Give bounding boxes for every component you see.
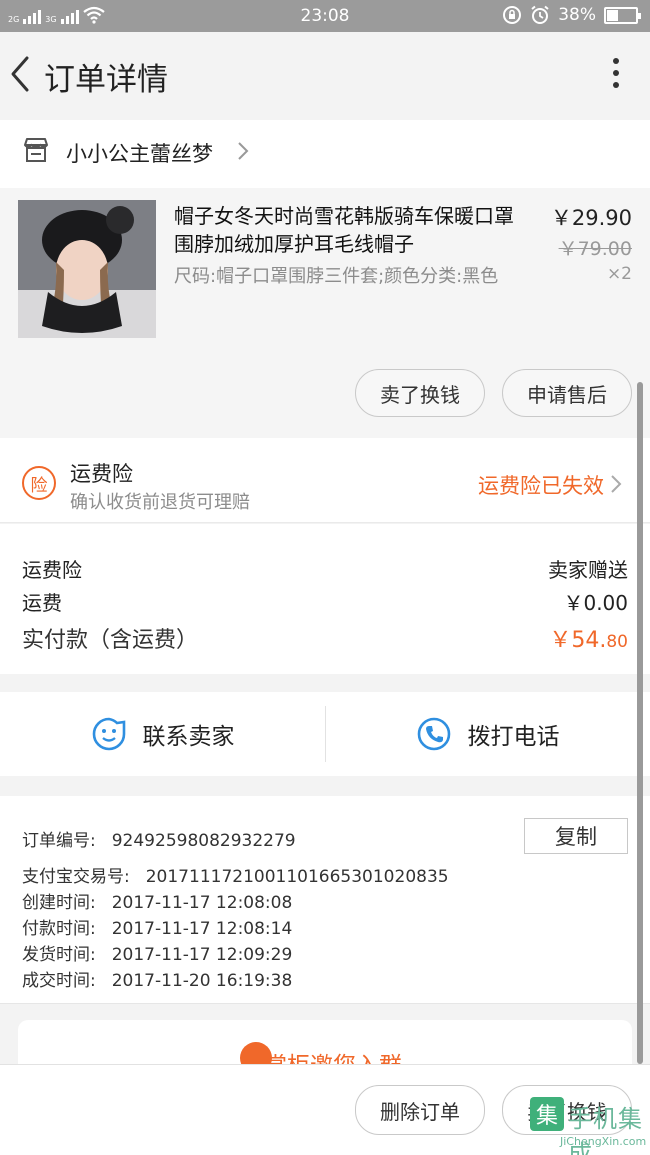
- paid-label: 付款时间:: [22, 919, 96, 939]
- product-original-price: ￥79.00: [558, 238, 632, 260]
- contact-seller-label: 联系卖家: [142, 724, 235, 750]
- shop-row[interactable]: 小小公主蕾丝梦: [0, 120, 650, 188]
- contact-seller-button[interactable]: 联系卖家: [0, 692, 325, 776]
- order-info: 订单编号: 92492598082932279 复制 支付宝交易号: 2017111…: [0, 796, 650, 1004]
- fee-row-total: 实付款（含运费） ￥54.80: [22, 622, 628, 654]
- product-item[interactable]: 帽子女冬天时尚雪花韩版骑车保暖口罩围脖加绒加厚护耳毛线帽子 尺码:帽子口罩围脖三…: [0, 188, 650, 438]
- paid-time: 2017-11-17 12:08:14: [111, 919, 293, 939]
- alipay-label: 支付宝交易号:: [22, 867, 130, 887]
- completed-label: 成交时间:: [22, 971, 96, 991]
- order-number: 92492598082932279: [111, 831, 296, 851]
- shipping-insurance-row[interactable]: 险 运费险 确认收货前退货可理赔 运费险已失效: [0, 438, 650, 523]
- call-phone-button[interactable]: 拨打电话: [325, 692, 650, 776]
- fee-value: 卖家赠送: [548, 558, 628, 582]
- battery-percent: 38%: [558, 5, 596, 25]
- total-label: 实付款（含运费）: [22, 628, 199, 653]
- delete-order-button[interactable]: 删除订单: [355, 1085, 485, 1135]
- shop-name: 小小公主蕾丝梦: [66, 142, 213, 166]
- sell-for-cash-button[interactable]: 卖了换钱: [355, 369, 485, 417]
- created-line: 创建时间: 2017-11-17 12:08:08: [22, 888, 292, 913]
- insurance-icon: 险: [22, 466, 56, 500]
- top-nav: 订单详情: [0, 32, 650, 118]
- created-time: 2017-11-17 12:08:08: [111, 893, 293, 913]
- after-sale-button[interactable]: 申请售后: [502, 369, 632, 417]
- status-bar: 2G 3G 23:08 38%: [0, 0, 650, 32]
- rotation-lock-icon: [503, 6, 522, 24]
- chat-face-icon: [92, 717, 125, 751]
- total-value: ￥54.80: [549, 622, 628, 654]
- watermark-logo: 集: [530, 1097, 564, 1131]
- insurance-status: 运费险已失效: [478, 474, 604, 498]
- fee-row-insurance: 运费险 卖家赠送: [22, 554, 628, 583]
- total-cents: 80: [606, 632, 628, 652]
- shipped-time: 2017-11-17 12:09:29: [111, 945, 293, 965]
- contact-bar: 联系卖家 拨打电话: [0, 692, 650, 776]
- insurance-subtitle: 确认收货前退货可理赔: [70, 492, 250, 513]
- order-number-label: 订单编号:: [22, 831, 96, 851]
- product-quantity: ×2: [606, 264, 632, 284]
- battery-icon: [604, 6, 641, 24]
- phone-icon: [417, 717, 450, 751]
- product-price: ￥29.90: [550, 206, 632, 230]
- fee-label: 运费险: [22, 558, 82, 582]
- order-number-line: 订单编号: 92492598082932279: [22, 826, 296, 851]
- status-right: 38%: [502, 5, 641, 25]
- alipay-line: 支付宝交易号: 2017111721001101665301020835: [22, 862, 449, 887]
- alarm-icon: [531, 5, 549, 24]
- completed-line: 成交时间: 2017-11-20 16:19:38: [22, 966, 292, 991]
- copy-button[interactable]: 复制: [524, 818, 628, 854]
- fee-label: 运费: [22, 591, 62, 615]
- alipay-number: 2017111721001101665301020835: [145, 867, 449, 887]
- completed-time: 2017-11-20 16:19:38: [111, 971, 293, 991]
- fee-row-shipping: 运费 ￥0.00: [22, 587, 628, 616]
- chevron-right-icon: [238, 142, 249, 160]
- shipped-label: 发货时间:: [22, 945, 96, 965]
- insurance-title: 运费险: [70, 462, 133, 486]
- chevron-right-icon: [611, 475, 622, 493]
- back-arrow-icon[interactable]: [6, 54, 34, 94]
- call-phone-label: 拨打电话: [467, 724, 560, 750]
- watermark: 集 手机集成 JiChengXin.com: [530, 1097, 647, 1155]
- product-title: 帽子女冬天时尚雪花韩版骑车保暖口罩围脖加绒加厚护耳毛线帽子: [174, 204, 514, 256]
- watermark-url: JiChengXin.com: [560, 1135, 647, 1148]
- fee-value: ￥0.00: [563, 591, 628, 615]
- created-label: 创建时间:: [22, 893, 96, 913]
- page-title: 订单详情: [44, 62, 168, 98]
- fee-summary: 运费险 卖家赠送 运费 ￥0.00 实付款（含运费） ￥54.80: [0, 524, 650, 674]
- more-menu-icon[interactable]: [612, 58, 620, 92]
- product-spec: 尺码:帽子口罩围脖三件套;颜色分类:黑色: [174, 266, 499, 287]
- store-icon: [24, 138, 48, 162]
- total-main: ￥54.: [549, 628, 607, 653]
- product-thumbnail[interactable]: [18, 200, 156, 338]
- scrollbar[interactable]: [637, 382, 643, 1064]
- paid-line: 付款时间: 2017-11-17 12:08:14: [22, 914, 292, 939]
- shipped-line: 发货时间: 2017-11-17 12:09:29: [22, 940, 292, 965]
